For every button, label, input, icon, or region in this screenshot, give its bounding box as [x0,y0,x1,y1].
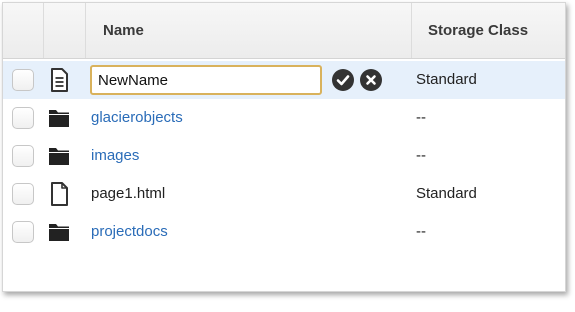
storage-class-cell: -- [416,147,426,164]
column-header-name[interactable]: Name [103,3,144,58]
storage-class-cell: Standard [416,71,477,88]
storage-class-cell: Standard [416,185,477,202]
table-row[interactable]: projectdocs -- [3,213,565,251]
confirm-rename-button[interactable] [332,69,354,91]
table-header: Name Storage Class [3,3,565,59]
cancel-rename-button[interactable] [360,69,382,91]
file-name[interactable]: page1.html [91,175,165,213]
column-separator [43,3,44,58]
table-row[interactable]: glacierobjects -- [3,99,565,137]
folder-link[interactable]: glacierobjects [91,99,183,137]
column-separator [411,3,412,58]
storage-class-cell: -- [416,109,426,126]
file-icon [51,68,68,92]
column-separator [85,3,86,58]
row-checkbox[interactable] [12,183,34,205]
folder-icon [49,148,69,165]
table-row[interactable]: images -- [3,137,565,175]
folder-icon [49,224,69,241]
row-checkbox[interactable] [12,69,34,91]
row-checkbox[interactable] [12,107,34,129]
folder-link[interactable]: projectdocs [91,213,168,251]
table-row-renaming[interactable]: Standard [3,61,565,99]
x-circle-icon [366,75,376,85]
object-list-panel: Name Storage Class Standard [2,2,566,292]
storage-class-cell: -- [416,223,426,240]
folder-link[interactable]: images [91,137,139,175]
folder-icon [49,110,69,127]
row-checkbox[interactable] [12,145,34,167]
checkmark-circle-icon [336,75,350,86]
rename-input[interactable] [90,65,322,95]
table-row[interactable]: page1.html Standard [3,175,565,213]
column-header-storage-class[interactable]: Storage Class [428,3,528,58]
file-icon [51,182,68,206]
row-checkbox[interactable] [12,221,34,243]
